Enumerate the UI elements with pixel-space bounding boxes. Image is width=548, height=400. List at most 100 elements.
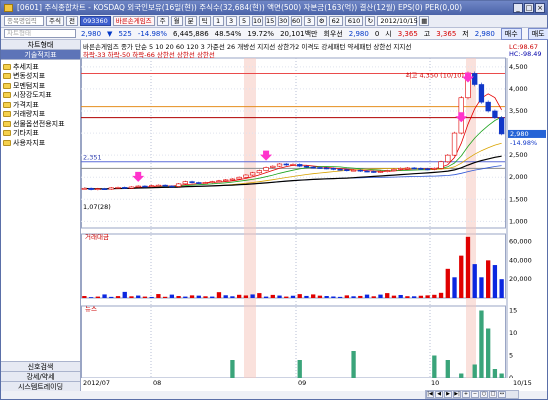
fit-icon[interactable]: □	[489, 391, 497, 398]
maximize-button[interactable]: □	[524, 3, 534, 13]
candle-body	[243, 174, 249, 178]
volume-bar	[486, 260, 491, 298]
period-30[interactable]: 30	[277, 16, 289, 26]
open-label: 시	[385, 29, 392, 38]
period-3[interactable]: 3	[225, 16, 237, 26]
volume-pct: 48.54%	[214, 29, 242, 38]
candle-body	[377, 171, 384, 173]
pan-icon[interactable]: ↔	[498, 391, 506, 398]
volume-bar	[371, 296, 376, 298]
candle-body	[364, 170, 370, 173]
volume-bar	[196, 295, 201, 298]
signal-search-button[interactable]: 신호검색	[1, 361, 80, 371]
volume-bar	[257, 293, 262, 298]
candle-body	[438, 161, 444, 169]
total-toggle[interactable]: 전	[65, 16, 78, 26]
folder-item[interactable]: 거래량지표	[3, 110, 80, 120]
zoom-out-icon[interactable]: −	[471, 391, 479, 398]
app-icon	[4, 4, 13, 12]
market-select[interactable]: 주식	[46, 16, 64, 26]
chart-area[interactable]: 1,0001,5002,0002,5003,0003,5004,0004,500…	[81, 40, 547, 391]
folder-label: 가격지표	[13, 100, 39, 109]
reset-icon[interactable]: ○	[480, 391, 488, 398]
strength-button[interactable]: 강세/약세	[1, 371, 80, 381]
moving-average-line	[84, 155, 502, 190]
folder-item[interactable]: 선물옵션전용지표	[3, 119, 80, 129]
folder-item[interactable]: 가격지표	[3, 100, 80, 110]
calendar-icon[interactable]: ▦	[419, 16, 430, 26]
volume-bar	[297, 294, 302, 298]
minimize-button[interactable]: _	[513, 3, 523, 13]
x-label: 09	[298, 379, 307, 387]
week-button[interactable]: 주	[156, 16, 169, 26]
candle-body	[223, 179, 229, 182]
x-label: 08	[153, 379, 162, 387]
period-1[interactable]: 1	[212, 16, 224, 26]
price-tick-label: 2,500	[509, 151, 528, 159]
folder-item[interactable]: 모멘텀지표	[3, 81, 80, 91]
period-custom[interactable]: 3	[303, 16, 315, 26]
price-change-pct: -14.98%	[137, 29, 168, 38]
candle-body	[182, 181, 188, 185]
minute-button[interactable]: 분	[184, 16, 197, 26]
volume-bar	[216, 292, 222, 298]
first-icon[interactable]: |◀	[426, 391, 434, 398]
buy-button[interactable]: 매수	[500, 27, 522, 40]
sell-button[interactable]: 매도	[527, 27, 548, 40]
period-60[interactable]: 60	[290, 16, 302, 26]
candle-body	[478, 84, 485, 103]
candle-body	[169, 185, 175, 188]
folder-item[interactable]: 사용자지표	[3, 138, 80, 148]
folder-item[interactable]: 기타지표	[3, 129, 80, 139]
system-trading-button[interactable]: 시스템트레이딩	[1, 381, 80, 391]
volume-bar	[102, 294, 107, 298]
zoom-in-icon[interactable]: +	[462, 391, 470, 398]
tab-chart-type[interactable]: 차트형태	[1, 40, 80, 50]
low-label: 저	[462, 29, 469, 38]
chart-scroll-controls[interactable]: |◀ ◀ ▶ ▶| + − ○ □ ↔	[425, 390, 519, 399]
high-value: 3,365	[436, 29, 457, 38]
settings-icon[interactable]: ⚙	[316, 16, 327, 26]
period-15[interactable]: 15	[264, 16, 276, 26]
volume-bar	[385, 293, 390, 298]
volume-bar	[425, 295, 430, 298]
period-10[interactable]: 10	[251, 16, 263, 26]
last-icon[interactable]: ▶|	[453, 391, 461, 398]
candle-body	[101, 188, 108, 191]
volume-bar	[183, 296, 188, 298]
candle-body	[283, 163, 289, 166]
close-button[interactable]: ×	[535, 3, 545, 13]
tab-technical-indicators[interactable]: 기술적지표	[1, 50, 80, 60]
folder-item[interactable]: 변동성지표	[3, 72, 80, 82]
folder-item[interactable]: 추세지표	[3, 62, 80, 72]
candle-body	[391, 168, 397, 171]
volume-bar	[136, 295, 141, 298]
candle-body	[303, 165, 310, 168]
chart-type-select[interactable]: 차트형태	[4, 29, 76, 38]
candle-body	[189, 181, 195, 183]
stock-code-field[interactable]: 093360	[79, 16, 111, 26]
volume-bar	[109, 296, 114, 298]
candle-body	[472, 73, 478, 85]
prev-icon[interactable]: ◀	[435, 391, 443, 398]
stock-name-label[interactable]: 바른손게임즈	[112, 16, 155, 26]
refresh-icon[interactable]: ↻	[365, 16, 376, 26]
next-icon[interactable]: ▶	[444, 391, 452, 398]
volume-bar	[142, 296, 148, 298]
volume-bar	[391, 295, 397, 298]
month-button[interactable]: 월	[170, 16, 183, 26]
price-tick-label: 4,500	[509, 63, 528, 71]
candle-body	[155, 184, 162, 187]
window-controls: _ □ ×	[513, 3, 545, 13]
volume-bar	[405, 296, 410, 298]
tick-button[interactable]: 틱	[198, 16, 211, 26]
stock-code-input[interactable]: 종목명입력	[4, 16, 44, 26]
date-input[interactable]: 2012/10/15	[377, 16, 418, 26]
folder-item[interactable]: 시장강도지표	[3, 91, 80, 101]
period-5[interactable]: 5	[238, 16, 250, 26]
candle-body	[115, 187, 121, 189]
display-count-input[interactable]: 62	[328, 16, 343, 26]
news-tick-label: 10	[509, 329, 517, 337]
candle-body	[149, 185, 155, 187]
stock-chart-svg[interactable]: 1,0001,5002,0002,5003,0003,5004,0004,500…	[81, 40, 547, 378]
